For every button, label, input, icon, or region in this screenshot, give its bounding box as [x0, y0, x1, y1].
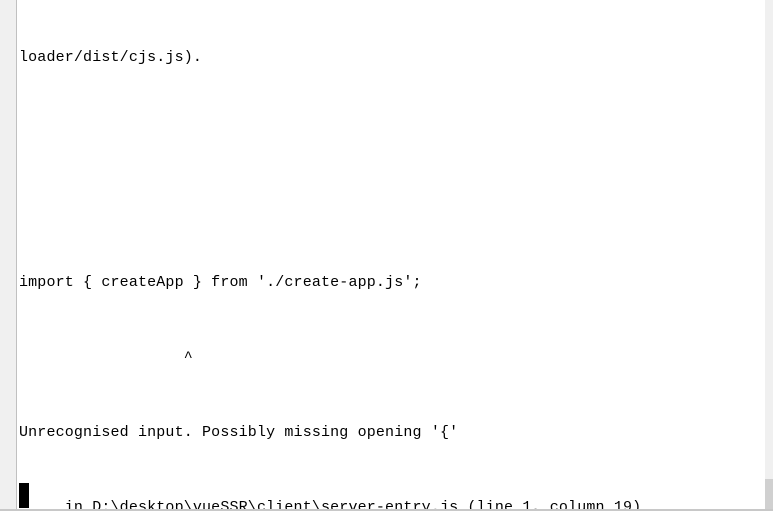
- vertical-scrollbar-track[interactable]: [765, 0, 773, 509]
- console-line-error-location: in D:\desktop\vueSSR\client\server-entry…: [19, 499, 642, 511]
- console-line: loader/dist/cjs.js).: [19, 49, 203, 66]
- left-gutter: [0, 0, 16, 509]
- console-line: import { createApp } from './create-app.…: [19, 274, 422, 291]
- gutter-divider: [16, 0, 17, 509]
- console-output-panel[interactable]: loader/dist/cjs.js). import { createApp …: [0, 0, 773, 511]
- text-cursor: [19, 483, 29, 508]
- vertical-scrollbar-thumb[interactable]: [765, 479, 773, 509]
- console-text-area[interactable]: loader/dist/cjs.js). import { createApp …: [19, 0, 769, 509]
- console-line-caret: ^: [19, 349, 193, 366]
- console-line-error-message: Unrecognised input. Possibly missing ope…: [19, 424, 459, 441]
